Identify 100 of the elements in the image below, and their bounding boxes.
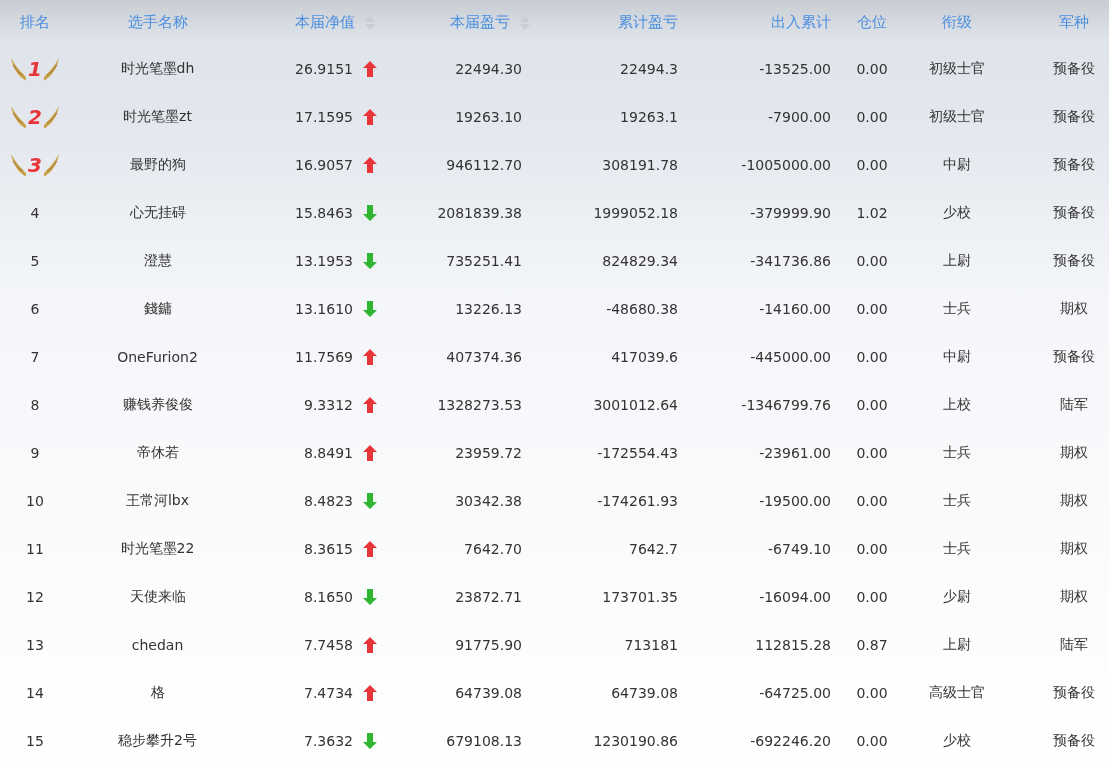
cash-flow-value: -23961.00 <box>759 445 831 461</box>
total-profit-value: 64739.08 <box>611 685 678 701</box>
wing-icon <box>10 56 28 82</box>
rank-title: 士兵 <box>943 492 971 510</box>
profit-value: 30342.38 <box>455 493 522 509</box>
total-profit-value: 7642.7 <box>629 541 678 557</box>
cash-flow-value: 112815.28 <box>755 637 831 653</box>
profit-value: 679108.13 <box>446 733 522 749</box>
position-value: 0.00 <box>856 397 888 413</box>
profit-value: 2081839.38 <box>437 205 522 221</box>
player-name: 心无挂碍 <box>129 204 186 222</box>
profit-value: 22494.30 <box>455 61 522 77</box>
net-value: 9.3312 <box>304 397 353 413</box>
position-value: 0.00 <box>856 253 888 269</box>
net-value: 13.1953 <box>295 253 353 269</box>
rank-title: 士兵 <box>943 444 971 462</box>
rank-number: 14 <box>26 685 44 701</box>
position-value: 1.02 <box>856 205 888 221</box>
net-value: 8.4823 <box>304 493 353 509</box>
column-header[interactable]: 本届盈亏 <box>450 13 530 32</box>
wing-icon <box>42 152 60 178</box>
profit-value: 1328273.53 <box>437 397 522 413</box>
player-name: 澄慧 <box>143 252 172 270</box>
rank-title: 初级士官 <box>929 60 985 78</box>
cash-flow-value: -1346799.76 <box>741 397 831 413</box>
player-name: 时光笔墨dh <box>120 60 195 78</box>
column-header: 累计盈亏 <box>618 13 678 32</box>
profit-value: 7642.70 <box>464 541 522 557</box>
cash-flow-value: -445000.00 <box>750 349 831 365</box>
branch-label: 预备役 <box>1052 108 1095 126</box>
rank-title: 初级士官 <box>929 108 985 126</box>
total-profit-value: 308191.78 <box>602 157 678 173</box>
net-value: 13.1610 <box>295 301 353 317</box>
branch-label: 陆军 <box>1059 396 1088 414</box>
player-name: chedan <box>131 637 184 653</box>
total-profit-value: 1230190.86 <box>593 733 678 749</box>
position-value: 0.00 <box>856 109 888 125</box>
branch-label: 预备役 <box>1052 60 1095 78</box>
net-value: 11.7569 <box>295 349 353 365</box>
rank-medal: 2 <box>10 104 60 130</box>
net-value: 8.1650 <box>304 589 353 605</box>
total-profit-value: 417039.6 <box>611 349 678 365</box>
player-name: 赚钱养俊俊 <box>122 396 193 414</box>
total-profit-value: 824829.34 <box>602 253 678 269</box>
rank-number: 10 <box>26 493 44 509</box>
column-header: 排名 <box>20 13 50 32</box>
wing-icon <box>10 152 28 178</box>
position-value: 0.00 <box>856 301 888 317</box>
rank-title: 上尉 <box>943 252 971 270</box>
branch-label: 期权 <box>1059 444 1088 462</box>
cash-flow-value: -692246.20 <box>750 733 831 749</box>
rank-title: 上尉 <box>943 636 971 654</box>
rank-title: 少尉 <box>943 588 971 606</box>
branch-label: 陆军 <box>1059 636 1088 654</box>
branch-label: 预备役 <box>1052 204 1095 222</box>
profit-value: 23872.71 <box>455 589 522 605</box>
rank-number: 8 <box>30 397 40 413</box>
branch-label: 预备役 <box>1052 732 1095 750</box>
rank-number: 11 <box>26 541 44 557</box>
column-header: 军种 <box>1058 13 1089 32</box>
branch-label: 期权 <box>1059 300 1088 318</box>
player-name: 帝休若 <box>136 444 179 462</box>
player-name: 最野的狗 <box>129 156 186 174</box>
rank-number: 5 <box>30 253 40 269</box>
net-value: 7.4734 <box>304 685 353 701</box>
wing-icon <box>10 104 28 130</box>
total-profit-value: 173701.35 <box>602 589 678 605</box>
rank-number: 9 <box>30 445 40 461</box>
profit-value: 64739.08 <box>455 685 522 701</box>
rank-number: 12 <box>26 589 44 605</box>
column-header[interactable]: 本届净值 <box>295 13 375 32</box>
position-value: 0.00 <box>856 685 888 701</box>
cash-flow-value: -6749.10 <box>768 541 831 557</box>
rank-number: 6 <box>30 301 40 317</box>
profit-value: 735251.41 <box>446 253 522 269</box>
rank-title: 少校 <box>943 732 971 750</box>
total-profit-value: -172554.43 <box>597 445 678 461</box>
column-header: 出入累计 <box>771 13 831 32</box>
rank-number: 4 <box>30 205 40 221</box>
position-value: 0.00 <box>856 733 888 749</box>
wing-icon <box>42 56 60 82</box>
total-profit-value: 3001012.64 <box>593 397 678 413</box>
branch-label: 期权 <box>1059 540 1088 558</box>
profit-value: 19263.10 <box>455 109 522 125</box>
total-profit-value: 19263.1 <box>620 109 678 125</box>
position-value: 0.00 <box>856 589 888 605</box>
net-value: 7.3632 <box>304 733 353 749</box>
position-value: 0.00 <box>856 493 888 509</box>
cash-flow-value: -16094.00 <box>759 589 831 605</box>
player-name: 錢鏞 <box>143 300 172 318</box>
position-value: 0.00 <box>856 157 888 173</box>
total-profit-value: 1999052.18 <box>593 205 678 221</box>
rank-title: 士兵 <box>943 300 971 318</box>
branch-label: 预备役 <box>1052 684 1095 702</box>
cash-flow-value: -379999.90 <box>750 205 831 221</box>
net-value: 8.3615 <box>304 541 353 557</box>
profit-value: 91775.90 <box>455 637 522 653</box>
total-profit-value: 22494.3 <box>620 61 678 77</box>
column-header: 衔级 <box>942 13 972 32</box>
rank-title: 中尉 <box>943 348 971 366</box>
